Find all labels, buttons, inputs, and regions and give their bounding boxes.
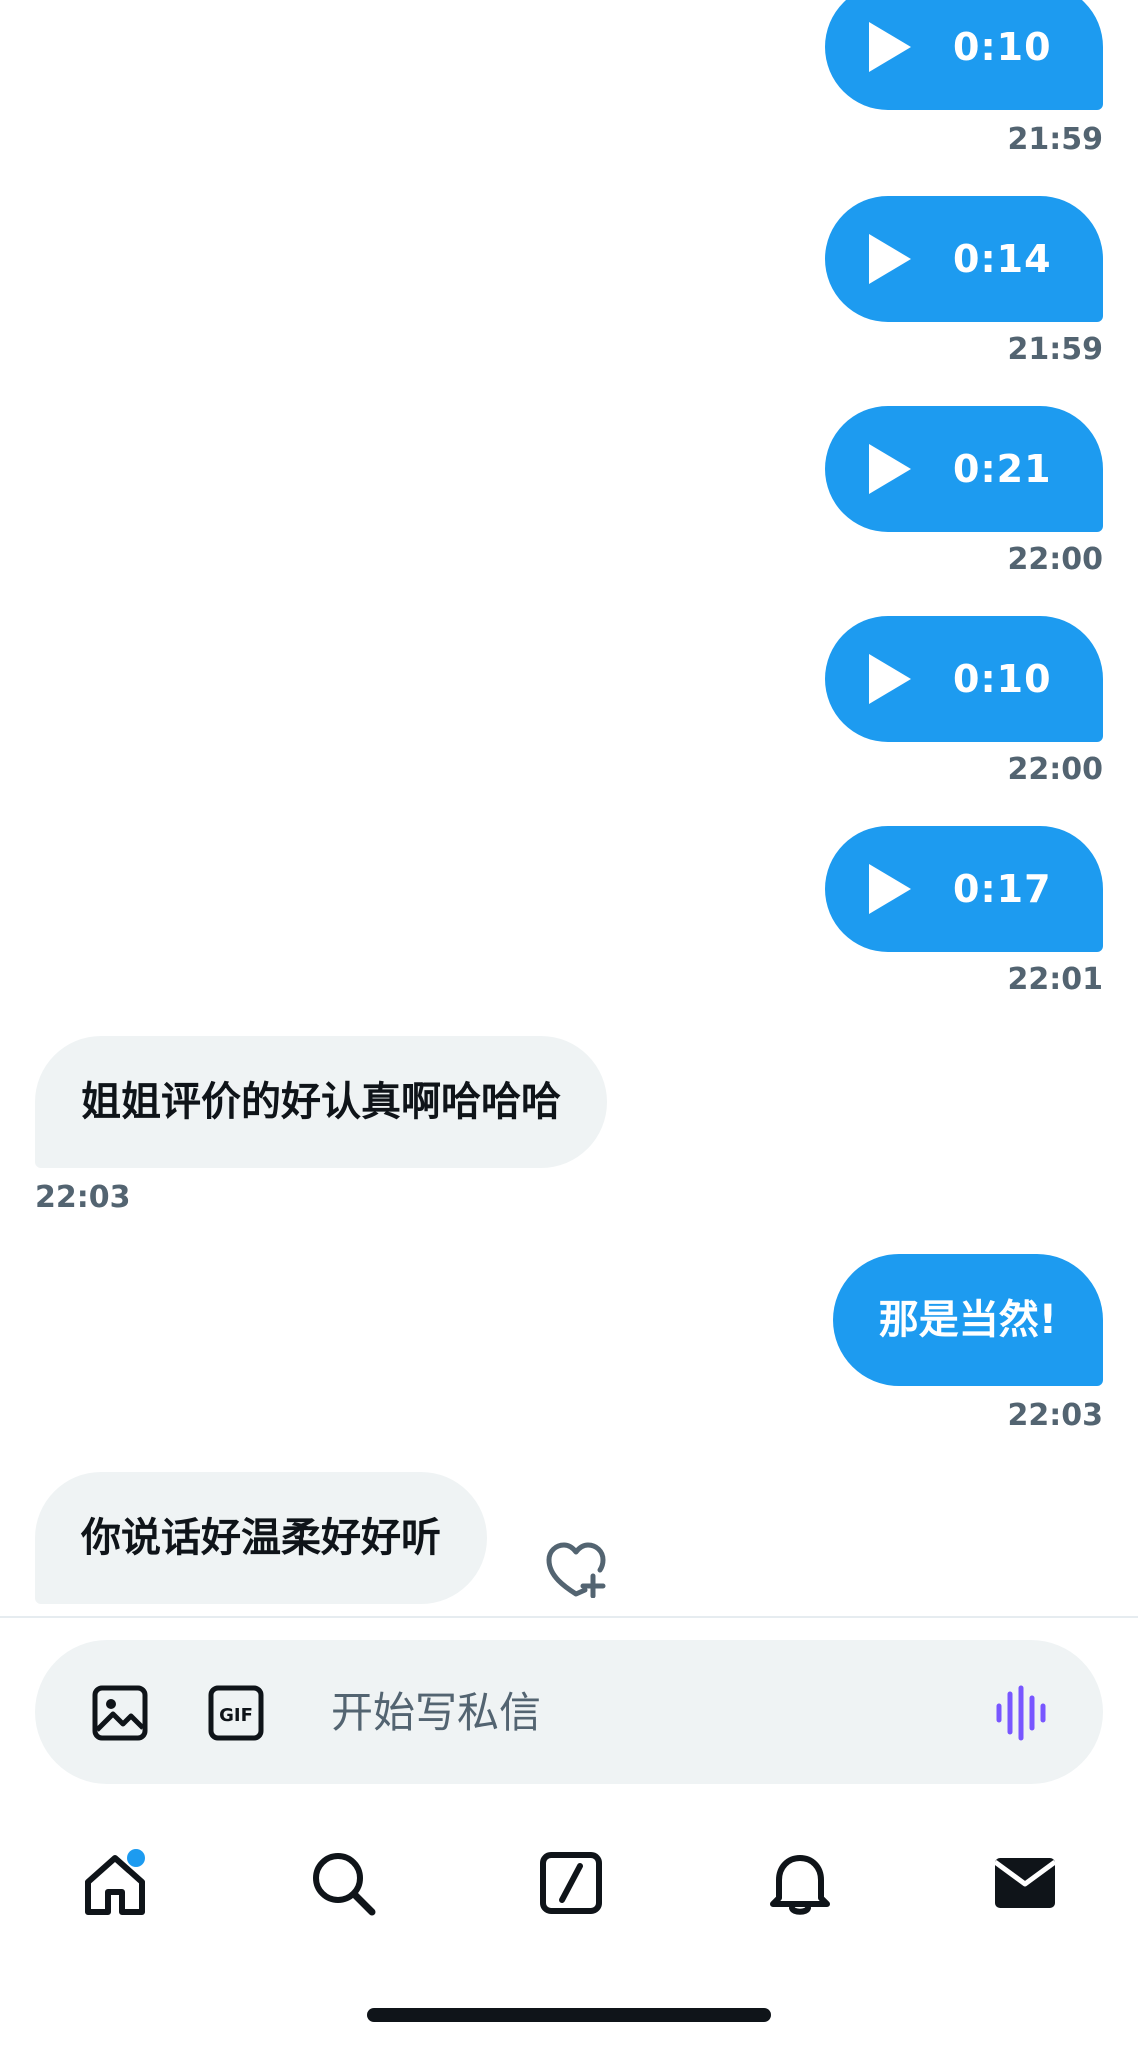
incoming-message-bubble[interactable]: 姐姐评价的好认真啊哈哈哈 (35, 1036, 607, 1168)
image-icon[interactable] (91, 1684, 149, 1742)
voice-duration: 0:21 (953, 447, 1052, 491)
play-icon[interactable] (869, 444, 911, 494)
add-reaction-heart-icon[interactable] (545, 1540, 607, 1598)
svg-text:GIF: GIF (219, 1705, 253, 1726)
dm-conversation-screen: 0:10 21:59 0:14 21:59 0:21 22:00 0:10 22… (0, 0, 1138, 2048)
notification-dot (127, 1849, 145, 1867)
message-list[interactable]: 0:10 21:59 0:14 21:59 0:21 22:00 0:10 22… (0, 0, 1138, 1616)
mail-icon[interactable] (990, 1848, 1060, 1918)
bell-icon[interactable] (765, 1848, 835, 1918)
message-timestamp: 21:59 (1007, 332, 1104, 367)
voice-message-bubble[interactable]: 0:10 (825, 0, 1103, 110)
message-timestamp: 22:00 (1007, 542, 1104, 577)
search-icon[interactable] (308, 1848, 378, 1918)
voice-duration: 0:10 (953, 657, 1052, 701)
gif-icon[interactable]: GIF (207, 1684, 265, 1742)
message-input[interactable] (331, 1662, 971, 1762)
compose-icon[interactable] (536, 1848, 606, 1918)
outgoing-message-bubble[interactable]: 那是当然! (832, 1254, 1103, 1386)
play-icon[interactable] (869, 864, 911, 914)
message-timestamp: 21:59 (1007, 122, 1104, 157)
play-icon[interactable] (869, 654, 911, 704)
voice-duration: 0:14 (953, 237, 1052, 281)
voice-message-bubble[interactable]: 0:10 (825, 616, 1103, 742)
message-timestamp: 22:03 (35, 1180, 131, 1215)
voice-duration: 0:17 (953, 867, 1052, 911)
message-timestamp: 22:03 (1007, 1398, 1104, 1433)
incoming-message-bubble[interactable]: 你说话好温柔好好听 (35, 1472, 487, 1604)
voice-duration: 0:10 (953, 25, 1052, 69)
voice-message-bubble[interactable]: 0:17 (825, 826, 1103, 952)
message-timestamp: 22:01 (1007, 962, 1104, 997)
play-icon[interactable] (869, 234, 911, 284)
home-indicator (367, 2008, 771, 2022)
composer-divider (0, 1616, 1138, 1618)
message-timestamp: 22:00 (1007, 752, 1104, 787)
message-composer: GIF (35, 1640, 1103, 1784)
play-icon[interactable] (869, 22, 911, 72)
voice-waveform-icon[interactable] (993, 1684, 1049, 1742)
voice-message-bubble[interactable]: 0:21 (825, 406, 1103, 532)
voice-message-bubble[interactable]: 0:14 (825, 196, 1103, 322)
home-icon[interactable] (80, 1848, 150, 1918)
bottom-tab-bar (0, 1820, 1138, 1940)
